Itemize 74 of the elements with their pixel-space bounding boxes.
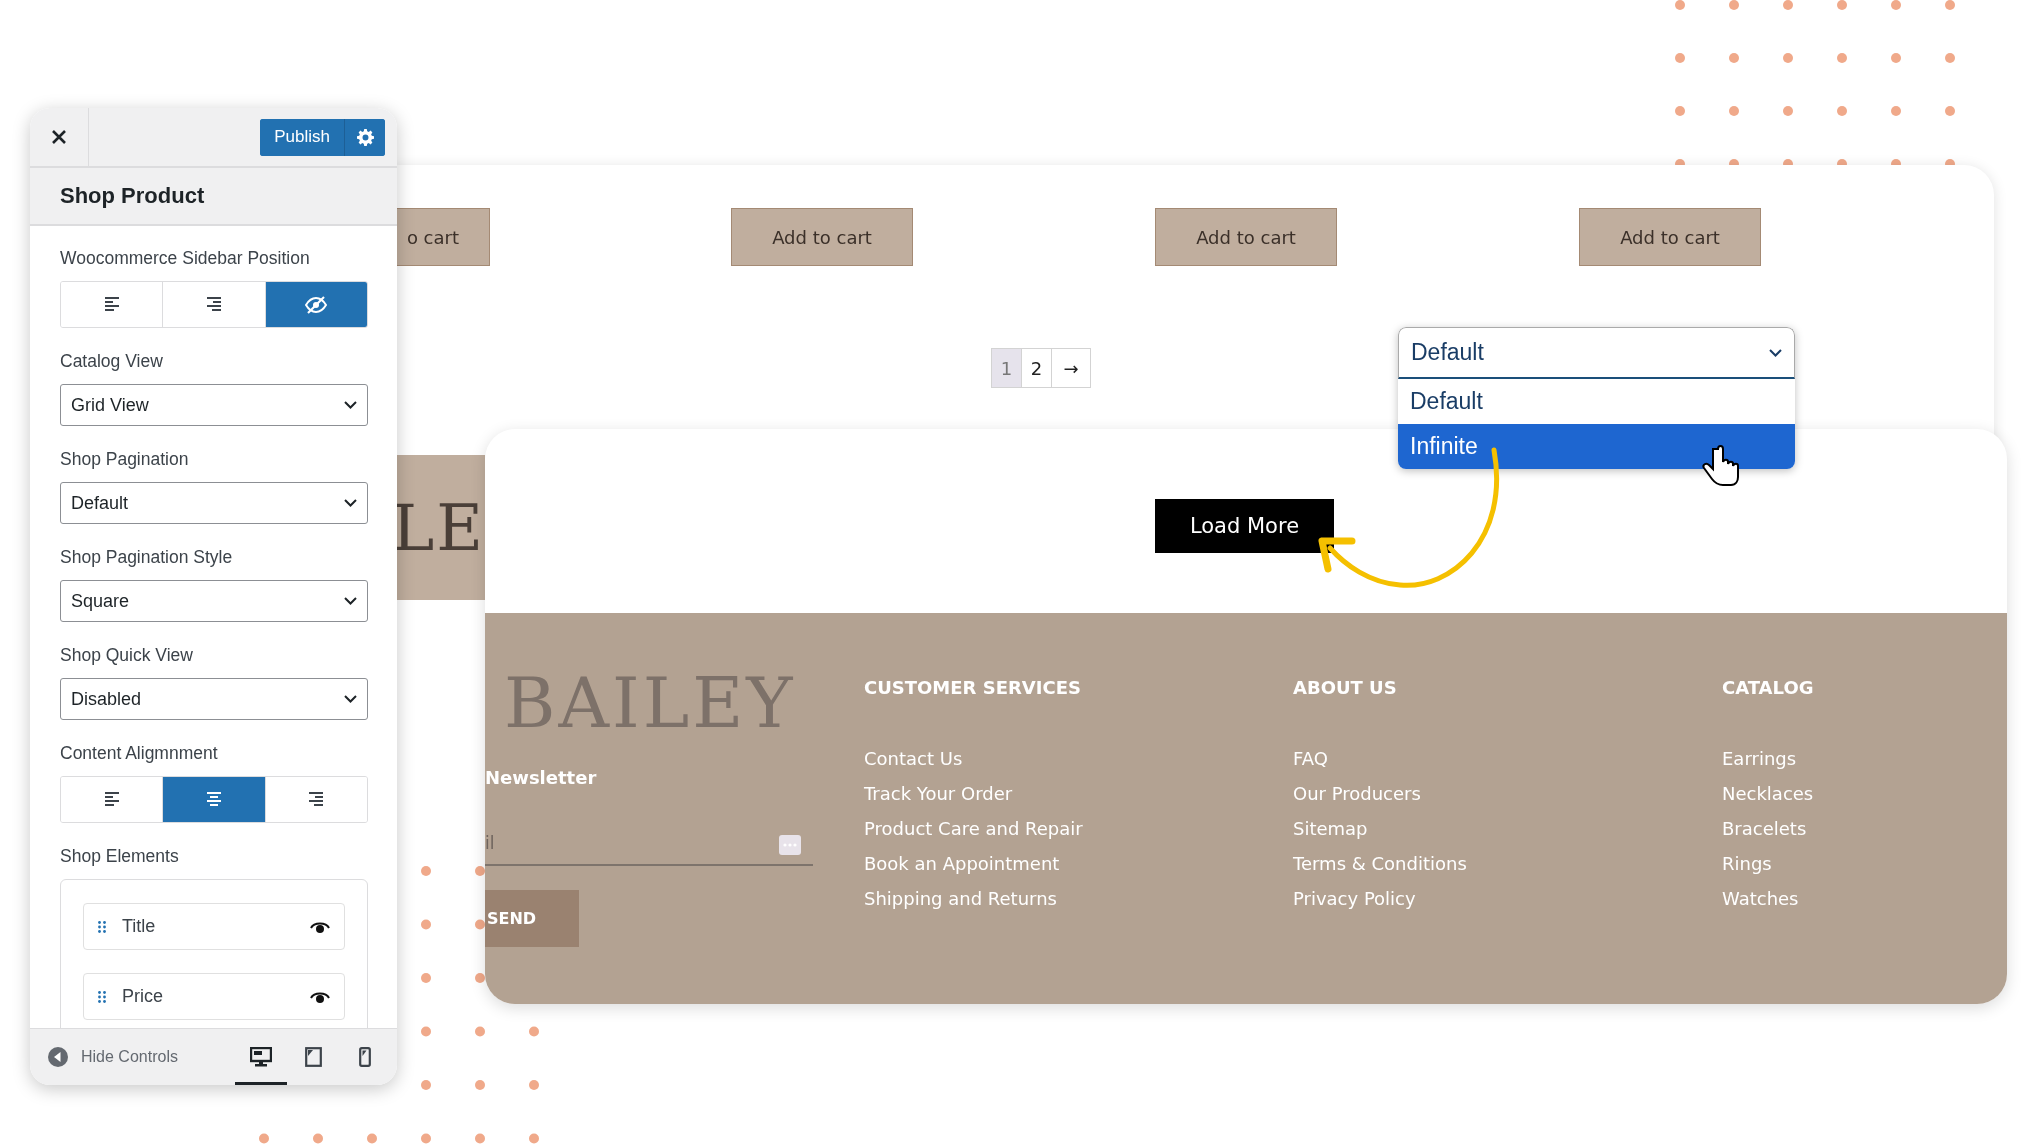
align-left-icon [103, 297, 120, 312]
footer-heading: ABOUT US [1293, 677, 1398, 698]
chevron-down-icon [344, 499, 357, 507]
load-more-button[interactable]: Load More [1155, 499, 1334, 553]
footer-heading: CATALOG [1722, 677, 1815, 698]
select-field[interactable]: Square [60, 580, 368, 622]
align-center-icon [206, 792, 222, 807]
segment-button[interactable] [163, 777, 266, 822]
tablet-icon [304, 1047, 322, 1067]
control-label: Shop Pagination [60, 448, 190, 470]
page-link[interactable]: 1 [991, 348, 1022, 388]
control-label: Shop Quick View [60, 644, 194, 666]
publish-button[interactable]: Publish [260, 118, 345, 156]
dot [421, 973, 431, 983]
dot [475, 1026, 485, 1037]
dot [421, 1080, 431, 1090]
dot [475, 1080, 485, 1090]
sortable-item[interactable]: Title [83, 903, 345, 950]
dot [475, 866, 485, 876]
dot [421, 919, 431, 930]
chevron-down-icon [344, 597, 357, 605]
control-label: Content Aligmnment [60, 742, 219, 764]
dropdown-option[interactable]: Infinite [1398, 424, 1795, 469]
dot [475, 919, 485, 930]
footer-heading: CUSTOMER SERVICES [864, 677, 1082, 698]
add-to-cart-button[interactable]: Add to cart [1155, 208, 1337, 266]
next-page-link[interactable]: → [1051, 348, 1091, 388]
add-to-cart-button[interactable]: Add to cart [731, 208, 913, 266]
add-to-cart-button[interactable]: Add to cart [1579, 208, 1761, 266]
control-label: Shop Elements [60, 845, 180, 867]
ellipsis-icon [779, 835, 801, 855]
select-field[interactable]: Disabled [60, 678, 368, 720]
dot [367, 1133, 377, 1144]
dot [475, 973, 485, 983]
page-link[interactable]: 2 [1021, 348, 1052, 388]
add-to-cart-button[interactable]: o cart [397, 208, 490, 266]
chevron-down-icon [344, 401, 357, 409]
desktop-icon [250, 1047, 272, 1067]
dot [421, 866, 431, 876]
send-button[interactable]: SEND [485, 890, 579, 947]
control-label: Catalog View [60, 350, 164, 372]
select-field[interactable]: Grid View [60, 384, 368, 426]
dot [475, 1133, 485, 1144]
close-icon [52, 130, 66, 144]
chevron-down-icon [1769, 348, 1782, 357]
drag-handle-icon [98, 990, 106, 1003]
collapse-icon [48, 1047, 68, 1067]
hand-cursor-icon [1702, 445, 1739, 486]
dot [529, 1133, 539, 1144]
align-right-icon [206, 297, 222, 312]
segment-button[interactable] [265, 282, 367, 327]
segment-button[interactable] [61, 777, 164, 822]
control-label: Shop Pagination Style [60, 546, 234, 568]
align-left-icon [103, 792, 120, 807]
dot [313, 1133, 323, 1144]
dot [529, 1026, 539, 1037]
control-label: Woocommerce Sidebar Position [60, 247, 311, 269]
sortable-item[interactable]: Price [83, 973, 345, 1020]
newsletter-heading: Newsletter [485, 767, 597, 788]
section-title: Shop Product [60, 183, 205, 209]
hidden-eye-icon [305, 295, 328, 314]
dot [421, 1026, 431, 1037]
align-right-icon [308, 792, 325, 807]
dropdown-option[interactable]: Default [1398, 379, 1795, 424]
dot [529, 1080, 539, 1090]
chevron-down-icon [344, 695, 357, 703]
drag-handle-icon [98, 920, 106, 933]
mobile-icon [359, 1047, 371, 1067]
dot [421, 1133, 431, 1144]
dot [259, 1133, 269, 1144]
settings-icon [356, 128, 374, 146]
select-field[interactable]: Default [1398, 327, 1795, 379]
select-field[interactable]: Default [60, 482, 368, 524]
hide-controls-button[interactable]: Hide Controls [48, 1047, 178, 1067]
